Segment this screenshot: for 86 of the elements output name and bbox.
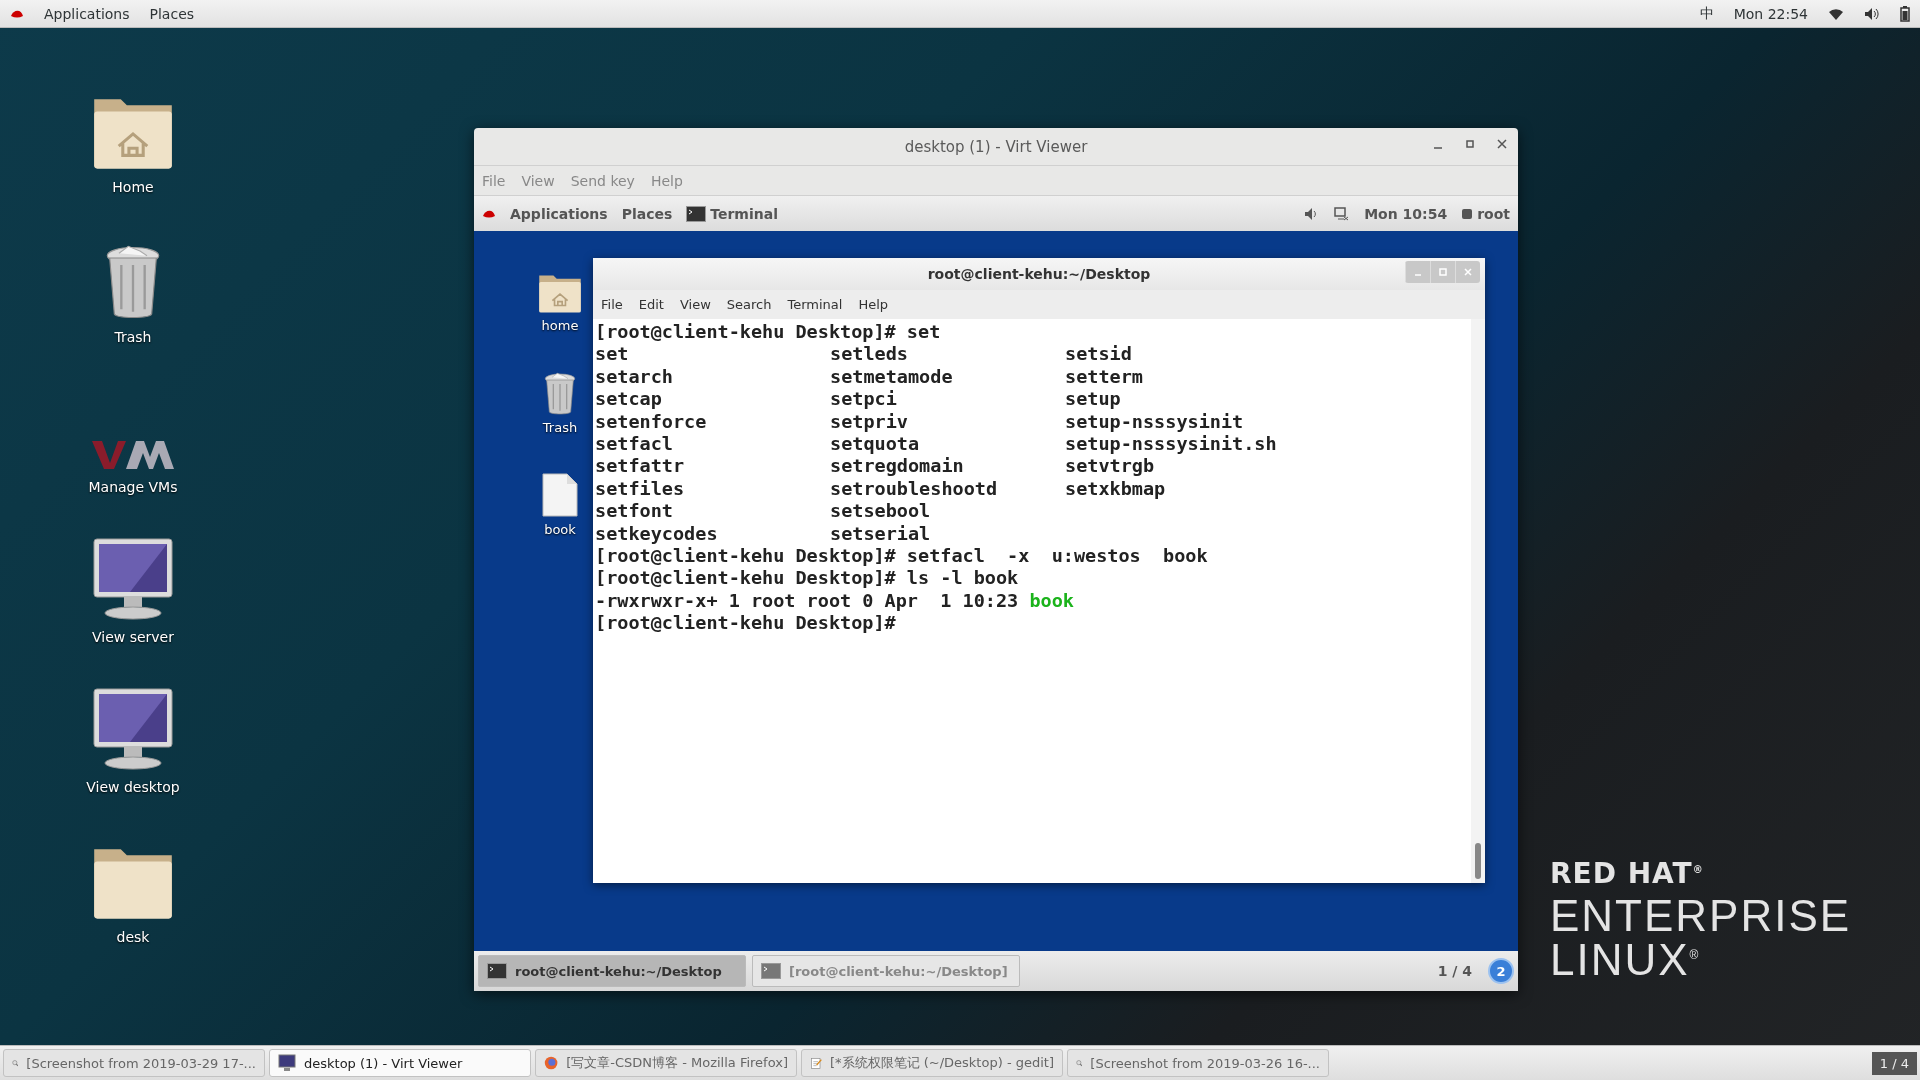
completion-entry: setfattr (595, 455, 686, 478)
completion-entry: setup-nsssysinit (1065, 410, 1245, 434)
desktop-icon-label[interactable]: home (541, 318, 579, 333)
desktop-icon-label[interactable]: desk (116, 929, 150, 945)
panel-menu[interactable]: Applications (510, 205, 608, 222)
taskbar-button[interactable]: [*系统权限笔记 (~/Desktop) - gedit] (801, 1049, 1063, 1077)
globe-icon (544, 1054, 559, 1072)
workspace-indicator[interactable]: 1 / 4 (1871, 1051, 1917, 1075)
scrollbar[interactable] (1471, 319, 1485, 883)
completion-entry: setarch (595, 365, 674, 389)
maximize-icon[interactable] (1464, 138, 1476, 150)
taskbar-button[interactable]: [Screenshot from 2019-03-29 17-... (3, 1049, 265, 1077)
menu-item[interactable]: Edit (638, 297, 664, 312)
desktop-icon-label[interactable]: Trash (542, 420, 578, 435)
notification-badge[interactable]: 2 (1488, 958, 1514, 984)
panel-menu[interactable]: Applications (44, 5, 130, 22)
logo-text: RED HAT$^{®}$ (1550, 860, 1705, 888)
panel-task[interactable]: Terminal (686, 205, 778, 222)
panel-clock[interactable]: Mon 10:54 (1364, 205, 1448, 222)
workspace-indicator[interactable]: 1 / 4 (1437, 963, 1472, 979)
monitor-icon[interactable] (90, 537, 176, 621)
logo-text: ENTERPRISE (1550, 894, 1852, 938)
user-icon (1461, 207, 1474, 220)
completion-entry: setfacl (595, 433, 674, 456)
menu-item[interactable]: Search (726, 297, 772, 312)
logo-text: LINUX$^{®}$ (1550, 938, 1702, 982)
completion-entry: setxkbmap (1065, 477, 1167, 501)
panel-clock[interactable]: Mon 22:54 (1733, 5, 1808, 22)
taskbar-button[interactable]: [写文章-CSDN博客 - Mozilla Firefox] (535, 1049, 797, 1077)
menu-item[interactable]: Help (858, 297, 889, 312)
wifi-icon[interactable] (1828, 6, 1844, 21)
completion-entry: setenforce (595, 410, 708, 434)
completion-entry: setkeycodes (595, 522, 719, 546)
close-icon (1464, 268, 1472, 276)
input-method-indicator[interactable]: 中 (1699, 4, 1714, 23)
completion-entry: setup (1065, 388, 1122, 411)
taskbar-button[interactable]: root@client-kehu:~/Desktop (478, 955, 746, 987)
terminal-line: [root@client-kehu Desktop]# setfacl -x u:westos book (595, 545, 1208, 568)
completion-entry: setleds (830, 343, 909, 366)
battery-icon[interactable] (1900, 5, 1910, 22)
terminal-icon (686, 205, 707, 222)
terminal-line: [root@client-kehu Desktop]# set (595, 321, 941, 344)
completion-entry: setvtrgb (1065, 455, 1156, 478)
volume-icon[interactable] (1864, 6, 1880, 21)
completion-entry: setroubleshootd (830, 477, 999, 501)
terminal-icon (487, 963, 507, 979)
panel-menu[interactable]: Places (149, 5, 195, 22)
desktop-icon-label[interactable]: View desktop (86, 779, 180, 795)
menu-item[interactable]: File (601, 297, 623, 312)
taskbar-button[interactable]: desktop (1) - Virt Viewer (269, 1049, 531, 1077)
monitor-icon (278, 1054, 296, 1072)
completion-entry: setup-nsssysinit.sh (1065, 433, 1278, 456)
file-icon[interactable] (541, 472, 579, 518)
completion-entry: setpci (830, 388, 898, 411)
completion-entry: setfiles (595, 477, 686, 501)
completion-entry: setsebool (830, 500, 932, 523)
user-menu[interactable]: root (1461, 205, 1510, 222)
menu-item[interactable]: View (679, 297, 711, 312)
maximize-icon (1439, 268, 1447, 276)
desktop-icon-label[interactable]: book (544, 522, 576, 537)
close-icon[interactable] (1496, 138, 1508, 150)
completion-entry: setregdomain (830, 455, 965, 478)
taskbar-button[interactable]: [Screenshot from 2019-03-26 16-... (1067, 1049, 1329, 1077)
terminal-line: [root@client-kehu Desktop]# ls -l book (595, 567, 1019, 590)
monitor-icon[interactable] (90, 687, 176, 771)
panel-menu[interactable]: Places (621, 205, 673, 222)
desktop-icon-label[interactable]: Trash (114, 329, 152, 345)
terminal-line: [root@client-kehu Desktop]# (595, 612, 896, 635)
completion-entry: setserial (830, 522, 932, 546)
network-icon[interactable] (1334, 206, 1351, 221)
completion-entry: setsid (1065, 343, 1133, 366)
desktop-icon-label[interactable]: View server (92, 629, 174, 645)
completion-entry: setterm (1065, 365, 1144, 389)
completion-entry: setpriv (830, 410, 909, 434)
window-title: desktop (1) - Virt Viewer (904, 137, 1088, 156)
terminal-line: -rwxrwxr-x+ 1 root root 0 Apr 1 10:23 book (595, 589, 1074, 613)
window-title: root@client-kehu:~/Desktop (927, 266, 1151, 282)
completion-entry: setquota (830, 433, 921, 456)
desktop-icon-label[interactable]: Home (112, 179, 154, 195)
completion-entry: setfont (595, 500, 674, 523)
completion-entry: set (595, 343, 630, 366)
menu-item[interactable]: Terminal (787, 297, 843, 312)
desktop-icon-label[interactable]: Manage VMs (88, 479, 178, 495)
completion-entry: setcap (595, 388, 663, 411)
completion-entry: setmetamode (830, 365, 954, 389)
terminal-icon (761, 963, 781, 979)
